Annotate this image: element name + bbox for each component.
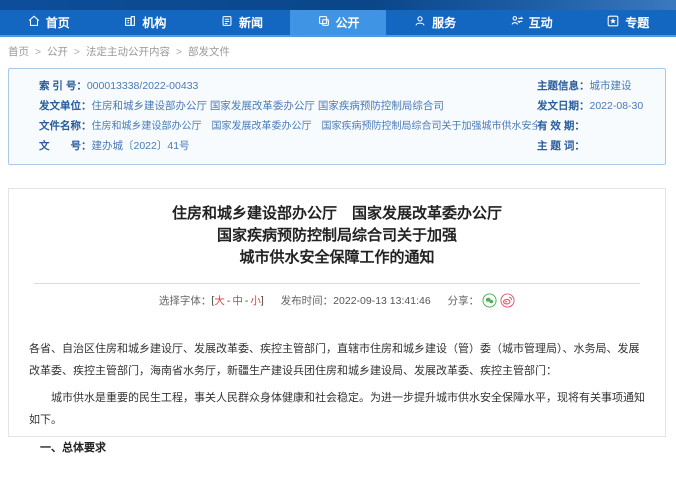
meta-row-keywords: 主 题 词：	[537, 136, 665, 156]
font-size-large-link[interactable]: 大	[214, 295, 225, 307]
home-icon	[27, 14, 41, 31]
weibo-share-icon[interactable]	[500, 293, 515, 308]
section-heading: 一、总体要求	[29, 437, 645, 459]
font-size-dash: -	[227, 295, 231, 307]
font-size-label: 选择字体：	[159, 295, 212, 307]
nav-item-disclosure[interactable]: 公开	[290, 10, 387, 35]
meta-label: 索 引 号：	[39, 80, 87, 92]
share-label: 分享：	[448, 295, 480, 307]
nav-item-home[interactable]: 首页	[0, 10, 97, 35]
meta-row-issue-date: 发文日期：2022-08-30	[537, 96, 665, 116]
article-title-line: 城市供水安全保障工作的通知	[9, 247, 665, 269]
page: 首页 机构 新闻 公开 服务	[0, 0, 676, 498]
news-icon	[220, 14, 234, 31]
nav-item-organization[interactable]: 机构	[97, 10, 194, 35]
breadcrumb-separator: >	[176, 46, 182, 58]
nav-item-label: 新闻	[239, 14, 263, 31]
nav-item-topics[interactable]: 专题	[579, 10, 676, 35]
font-size-dash: -	[245, 295, 249, 307]
meta-label: 文 号：	[39, 140, 92, 152]
breadcrumb-link-home[interactable]: 首页	[8, 46, 29, 58]
service-icon	[413, 14, 427, 31]
meta-value: 建办城〔2022〕41号	[92, 140, 190, 152]
meta-row-index-number: 索 引 号：000013338/2022-00433	[39, 76, 537, 96]
meta-row-document-number: 文 号：建办城〔2022〕41号	[39, 136, 537, 156]
article-paragraph: 城市供水是重要的民生工程，事关人民群众身体健康和社会稳定。为进一步提升城市供水安…	[29, 387, 645, 431]
article-paragraph: 各省、自治区住房和城乡建设厅、发展改革委、疾控主管部门，直辖市住房和城乡建设（管…	[29, 338, 645, 382]
publish-time-label: 发布时间：	[281, 295, 334, 307]
title-divider	[34, 283, 640, 284]
disclosure-icon	[317, 14, 331, 31]
breadcrumb: 首页 > 公开 > 法定主动公开内容 > 部发文件	[8, 44, 233, 59]
nav-item-service[interactable]: 服务	[386, 10, 483, 35]
font-size-bracket-close: ]	[261, 295, 264, 307]
meta-row-subject-info: 主题信息：城市建设	[537, 76, 665, 96]
nav-item-news[interactable]: 新闻	[193, 10, 290, 35]
article-title-line: 住房和城乡建设部办公厅 国家发展改革委办公厅	[9, 203, 665, 225]
font-size-small-link[interactable]: 小	[250, 295, 261, 307]
nav-item-label: 专题	[625, 14, 649, 31]
nav-item-interaction[interactable]: 互动	[483, 10, 580, 35]
meta-label: 主 题 词：	[537, 140, 585, 152]
top-nav: 首页 机构 新闻 公开 服务	[0, 10, 676, 37]
meta-value: 城市建设	[590, 80, 632, 92]
nav-item-label: 公开	[336, 14, 360, 31]
nav-item-label: 首页	[46, 14, 70, 31]
article-title-line: 国家疾病预防控制局综合司关于加强	[9, 225, 665, 247]
article-body: 各省、自治区住房和城乡建设厅、发展改革委、疾控主管部门，直辖市住房和城乡建设（管…	[29, 338, 645, 459]
meta-column-left: 索 引 号：000013338/2022-00433 发文单位：住房和城乡建设部…	[9, 76, 537, 164]
breadcrumb-current: 部发文件	[188, 46, 230, 58]
article-container: 住房和城乡建设部办公厅 国家发展改革委办公厅 国家疾病预防控制局综合司关于加强 …	[8, 188, 666, 437]
meta-label: 文件名称：	[39, 120, 92, 132]
font-size-medium-link[interactable]: 中	[232, 295, 243, 307]
article-title: 住房和城乡建设部办公厅 国家发展改革委办公厅 国家疾病预防控制局综合司关于加强 …	[9, 203, 665, 269]
breadcrumb-link-statutory[interactable]: 法定主动公开内容	[86, 46, 170, 58]
meta-value: 000013338/2022-00433	[87, 80, 199, 92]
meta-row-validity: 有 效 期：	[537, 116, 665, 136]
document-meta-box: 索 引 号：000013338/2022-00433 发文单位：住房和城乡建设部…	[8, 68, 666, 165]
meta-label: 主题信息：	[537, 80, 590, 92]
nav-item-label: 服务	[432, 14, 456, 31]
topics-icon	[606, 14, 620, 31]
meta-row-issuing-agency: 发文单位：住房和城乡建设部办公厅 国家发展改革委办公厅 国家疾病预防控制局综合司	[39, 96, 537, 116]
meta-value: 住房和城乡建设部办公厅 国家发展改革委办公厅 国家疾病预防控制局综合司	[92, 100, 444, 112]
meta-label: 发文日期：	[537, 100, 590, 112]
nav-item-label: 机构	[142, 14, 166, 31]
meta-column-right: 主题信息：城市建设 发文日期：2022-08-30 有 效 期： 主 题 词：	[537, 76, 665, 164]
breadcrumb-separator: >	[35, 46, 41, 58]
interaction-icon	[510, 14, 524, 31]
meta-label: 有 效 期：	[537, 120, 585, 132]
publish-time-value: 2022-09-13 13:41:46	[333, 295, 431, 307]
organization-icon	[123, 14, 137, 31]
meta-value: 2022-08-30	[590, 100, 644, 112]
article-meta-line: 选择字体：[大-中-小] 发布时间：2022-09-13 13:41:46 分享…	[9, 293, 665, 308]
breadcrumb-link-disclosure[interactable]: 公开	[47, 46, 68, 58]
breadcrumb-separator: >	[74, 46, 80, 58]
meta-row-document-title: 文件名称：住房和城乡建设部办公厅 国家发展改革委办公厅 国家疾病预防控制局综合司…	[39, 116, 537, 136]
meta-label: 发文单位：	[39, 100, 92, 112]
meta-value: 住房和城乡建设部办公厅 国家发展改革委办公厅 国家疾病预防控制局综合司关于加强城…	[92, 121, 538, 132]
nav-item-label: 互动	[529, 14, 553, 31]
wechat-share-icon[interactable]	[482, 293, 497, 308]
banner-strip	[0, 0, 676, 10]
